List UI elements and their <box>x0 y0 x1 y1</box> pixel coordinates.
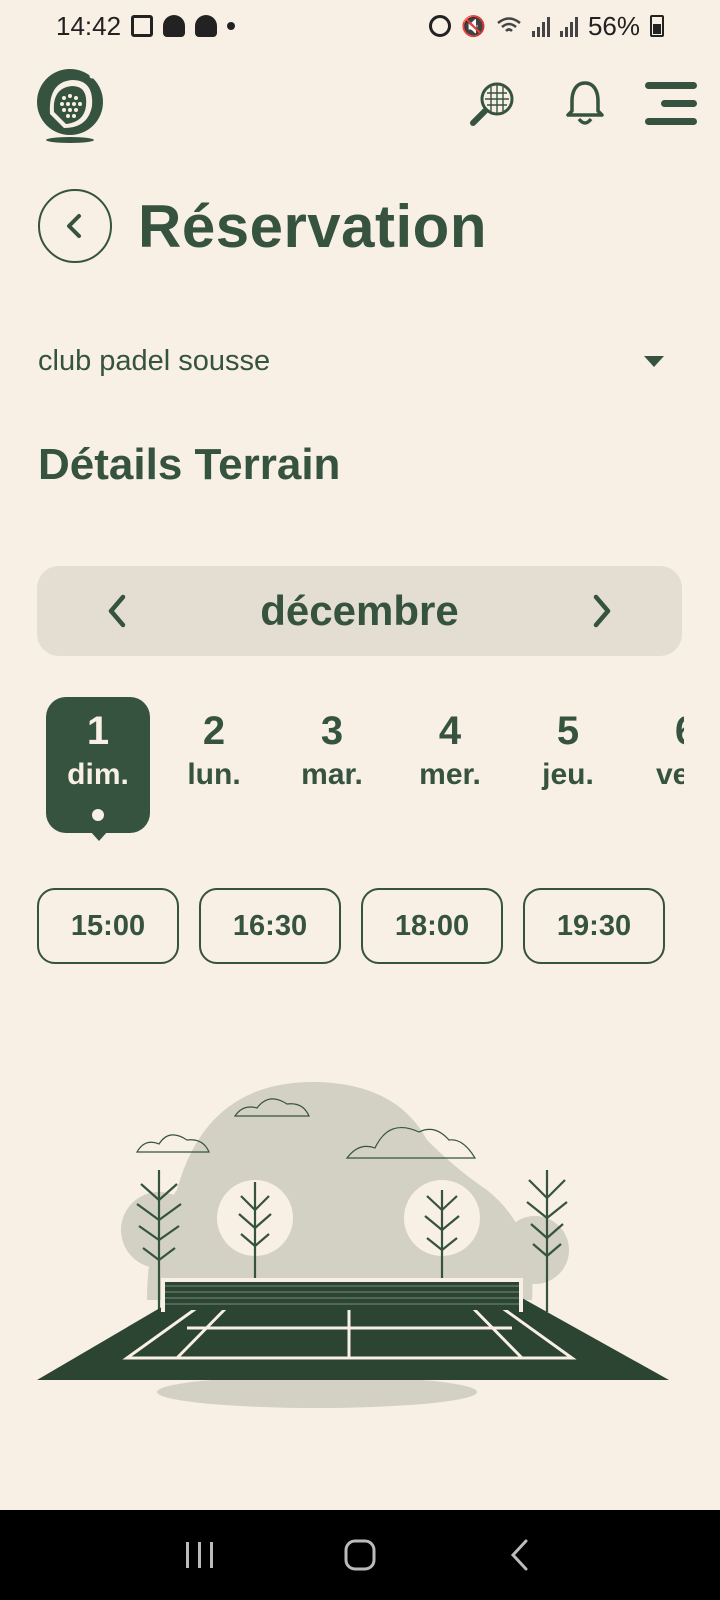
club-select[interactable]: club padel sousse <box>38 336 672 386</box>
day-number: 1 <box>86 709 110 753</box>
bell-icon <box>566 81 604 125</box>
day-item[interactable]: 5 jeu. <box>516 697 620 833</box>
selected-dot <box>92 809 104 821</box>
day-number: 6 <box>634 709 684 754</box>
time-slot-button[interactable]: 15:00 <box>37 888 179 964</box>
chevron-left-icon <box>108 594 126 628</box>
day-picker: 1 dim. 2 lun. 3 mar. 4 mer. 5 jeu. 6 ven… <box>38 697 684 847</box>
day-number: 2 <box>202 709 226 753</box>
signal-icon <box>559 15 578 37</box>
back-button[interactable] <box>38 189 112 263</box>
image-icon <box>131 15 154 37</box>
notifications-button[interactable] <box>557 76 613 132</box>
time-slot-button[interactable]: 19:30 <box>523 888 665 964</box>
day-name: dim. <box>67 758 129 791</box>
recent-apps-button[interactable] <box>170 1525 230 1585</box>
page-title: Réservation <box>138 192 487 260</box>
day-item[interactable]: 6 ven. <box>634 697 684 833</box>
menu-icon <box>645 82 697 125</box>
day-item[interactable]: 2 lun. <box>162 697 266 833</box>
page-header: Réservation <box>38 188 487 264</box>
prev-month-button[interactable] <box>97 591 137 631</box>
day-number: 5 <box>556 709 580 753</box>
snapchat-icon <box>163 15 186 37</box>
padel-logo-icon[interactable] <box>36 62 108 144</box>
selected-pointer <box>90 831 108 841</box>
top-app-bar <box>0 60 720 150</box>
time-slot-list: 15:00 16:30 18:00 19:30 <box>37 888 665 964</box>
dot-icon <box>227 22 236 30</box>
home-button[interactable] <box>330 1525 390 1585</box>
system-nav-bar <box>0 1510 720 1600</box>
menu-button[interactable] <box>642 76 702 132</box>
chevron-right-icon <box>593 594 611 628</box>
status-bar: 14:42 🔇 56% <box>0 0 720 52</box>
day-item[interactable]: 1 dim. <box>46 697 150 841</box>
recent-apps-icon <box>186 1542 213 1568</box>
padel-racket-icon <box>470 82 514 126</box>
mute-icon: 🔇 <box>461 15 486 38</box>
time-slot-button[interactable]: 16:30 <box>199 888 341 964</box>
month-label: décembre <box>260 587 459 634</box>
day-name: mer. <box>419 758 481 791</box>
section-title: Détails Terrain <box>38 440 341 489</box>
day-number: 4 <box>438 709 462 753</box>
day-number: 3 <box>320 709 344 753</box>
day-item[interactable]: 3 mar. <box>280 697 384 833</box>
day-name: ven. <box>655 758 684 791</box>
signal-icon <box>531 15 550 37</box>
battery-percent: 56% <box>587 10 640 41</box>
day-item[interactable]: 4 mer. <box>398 697 502 833</box>
caret-down-icon <box>644 355 664 367</box>
system-back-button[interactable] <box>490 1525 550 1585</box>
next-month-button[interactable] <box>582 591 622 631</box>
home-icon <box>344 1539 376 1571</box>
club-select-value: club padel sousse <box>38 344 271 377</box>
padel-court-illustration <box>37 1081 669 1408</box>
chevron-left-icon <box>67 214 81 238</box>
battery-icon <box>650 15 664 37</box>
back-icon <box>510 1539 528 1571</box>
snapchat-icon <box>195 15 218 37</box>
day-name: lun. <box>187 758 241 791</box>
day-name: mar. <box>301 758 363 791</box>
month-selector: décembre <box>37 566 682 656</box>
wifi-icon <box>497 17 521 32</box>
status-time: 14:42 <box>56 10 122 41</box>
racket-button[interactable] <box>464 76 520 132</box>
time-slot-button[interactable]: 18:00 <box>361 888 503 964</box>
day-name: jeu. <box>542 758 594 791</box>
alarm-icon <box>429 15 452 37</box>
